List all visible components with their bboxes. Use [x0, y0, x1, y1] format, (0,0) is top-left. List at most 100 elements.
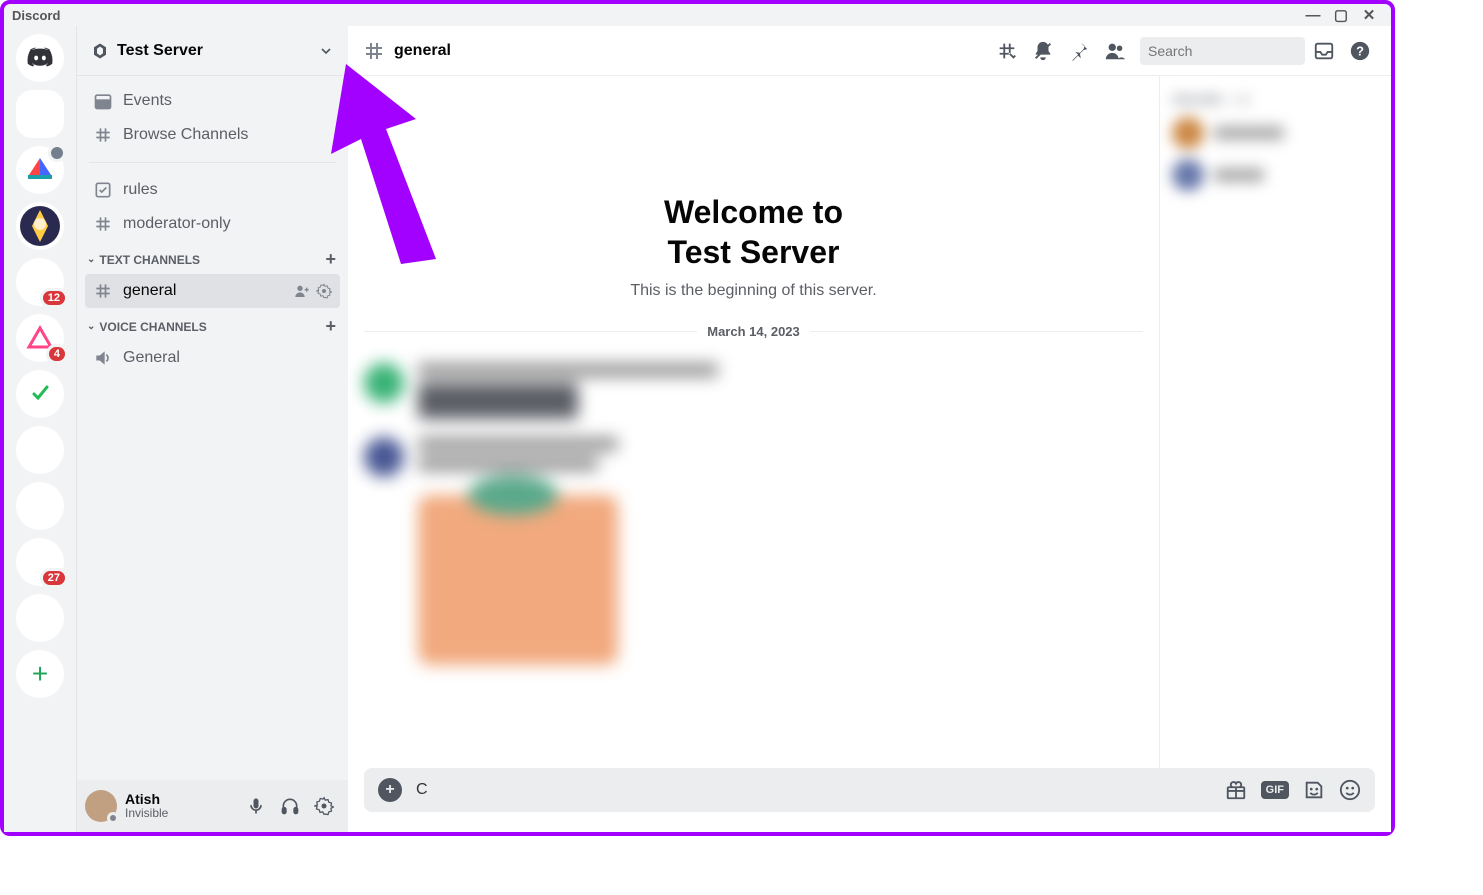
server-boost-icon — [91, 42, 109, 60]
help-button[interactable]: ? — [1349, 40, 1377, 62]
notifications-button[interactable] — [1032, 40, 1060, 62]
hash-icon — [93, 214, 113, 234]
gif-button[interactable]: GIF — [1261, 781, 1289, 799]
create-invite-icon[interactable] — [294, 283, 310, 299]
server-muted-icon — [48, 144, 66, 162]
browse-channels-link[interactable]: Browse Channels — [85, 118, 340, 152]
member-list: ONLINE — 2 — [1159, 76, 1391, 768]
hash-icon — [362, 39, 386, 63]
server-sail[interactable] — [16, 146, 64, 194]
channel-name: general — [394, 42, 451, 60]
browse-icon — [93, 125, 113, 145]
server-wizard[interactable] — [16, 202, 64, 250]
mute-mic-button[interactable] — [246, 796, 272, 816]
category-label: VOICE CHANNELS — [99, 320, 206, 334]
user-status: Invisible — [125, 807, 238, 820]
chevron-down-icon — [318, 43, 334, 59]
category-voice-channels[interactable]: ⌄ VOICE CHANNELS + — [85, 308, 340, 341]
main-area: general ? Welcome to T — [348, 26, 1391, 832]
server-avatar-1[interactable]: 27 — [16, 538, 64, 586]
calendar-icon — [93, 91, 113, 111]
date-divider: March 14, 2023 — [364, 324, 1143, 339]
server-label: TCN — [28, 611, 53, 625]
svg-text:?: ? — [1356, 43, 1364, 58]
welcome-line2: Test Server — [668, 234, 840, 270]
home-button[interactable] — [16, 34, 64, 82]
add-channel-button[interactable]: + — [325, 316, 336, 337]
inbox-button[interactable] — [1313, 40, 1341, 62]
threads-button[interactable] — [996, 40, 1024, 62]
add-server-button[interactable]: + — [16, 650, 64, 698]
message-composer[interactable]: + C GIF — [364, 768, 1375, 812]
server-badge: 27 — [40, 568, 68, 588]
server-opus[interactable]: 12 — [16, 258, 64, 306]
events-label: Events — [123, 92, 172, 110]
window-maximize[interactable]: ▢ — [1327, 6, 1355, 24]
user-name: Atish — [125, 792, 238, 807]
app-window: Discord — ▢ ✕ 12 — [0, 0, 1395, 836]
add-channel-button[interactable]: + — [325, 249, 336, 270]
channel-label: rules — [123, 181, 158, 199]
speaker-icon — [93, 348, 113, 368]
pinned-messages-button[interactable] — [1068, 40, 1096, 62]
channel-rules[interactable]: rules — [85, 173, 340, 207]
channel-label: general — [123, 282, 176, 300]
channel-settings-icon[interactable] — [316, 283, 332, 299]
welcome-line1: Welcome to — [664, 194, 843, 230]
window-close[interactable]: ✕ — [1355, 6, 1383, 24]
server-gpt[interactable] — [16, 482, 64, 530]
sticker-button[interactable] — [1303, 779, 1325, 801]
user-info[interactable]: Atish Invisible — [125, 792, 238, 821]
composer-text[interactable]: C — [416, 781, 1211, 799]
server-ts[interactable]: TS — [16, 426, 64, 474]
user-settings-button[interactable] — [314, 796, 340, 816]
channel-moderator-only[interactable]: moderator-only — [85, 207, 340, 241]
channel-sidebar: Test Server Events Browse Channels rules — [76, 26, 348, 832]
server-triangle[interactable]: 4 — [16, 314, 64, 362]
channel-header: general ? — [348, 26, 1391, 76]
voice-channel-general[interactable]: General — [85, 341, 340, 375]
gift-button[interactable] — [1225, 779, 1247, 801]
rules-icon — [93, 180, 113, 200]
caret-icon: ⌄ — [87, 321, 95, 332]
category-label: TEXT CHANNELS — [99, 253, 200, 267]
server-name: Test Server — [117, 42, 203, 60]
member-list-button[interactable] — [1104, 40, 1132, 62]
hash-icon — [93, 281, 113, 301]
separator — [89, 162, 336, 163]
deafen-button[interactable] — [280, 796, 306, 816]
search-box[interactable] — [1140, 37, 1305, 65]
channel-label: moderator-only — [123, 215, 231, 233]
titlebar: Discord — ▢ ✕ — [4, 4, 1391, 26]
member-row[interactable] — [1172, 117, 1379, 149]
window-minimize[interactable]: — — [1299, 7, 1327, 24]
blurred-messages — [364, 363, 1143, 665]
server-rail: 12 4 TS 27 TCN + — [4, 26, 76, 832]
app-title: Discord — [12, 8, 60, 23]
message-list[interactable]: Welcome to Test Server This is the begin… — [348, 76, 1159, 768]
channel-general[interactable]: general — [85, 274, 340, 308]
browse-label: Browse Channels — [123, 126, 248, 144]
category-text-channels[interactable]: ⌄ TEXT CHANNELS + — [85, 241, 340, 274]
server-label: TS — [30, 441, 50, 459]
member-row[interactable] — [1172, 159, 1379, 191]
server-tcn[interactable]: TCN — [16, 594, 64, 642]
server-badge: 4 — [46, 344, 68, 364]
events-link[interactable]: Events — [85, 84, 340, 118]
date-label: March 14, 2023 — [707, 324, 800, 339]
user-panel: Atish Invisible — [77, 780, 348, 832]
welcome-block: Welcome to Test Server This is the begin… — [364, 192, 1143, 300]
server-badge: 12 — [40, 288, 68, 308]
caret-icon: ⌄ — [87, 254, 95, 265]
search-input[interactable] — [1148, 43, 1329, 59]
status-dot-invisible — [107, 812, 119, 824]
emoji-button[interactable] — [1339, 779, 1361, 801]
server-wave[interactable] — [16, 90, 64, 138]
channel-label: General — [123, 349, 180, 367]
attach-button[interactable]: + — [378, 778, 402, 802]
user-avatar[interactable] — [85, 790, 117, 822]
welcome-subtitle: This is the beginning of this server. — [364, 282, 1143, 300]
server-header-dropdown[interactable]: Test Server — [77, 26, 348, 76]
server-check[interactable] — [16, 370, 64, 418]
members-header: ONLINE — 2 — [1172, 92, 1379, 107]
